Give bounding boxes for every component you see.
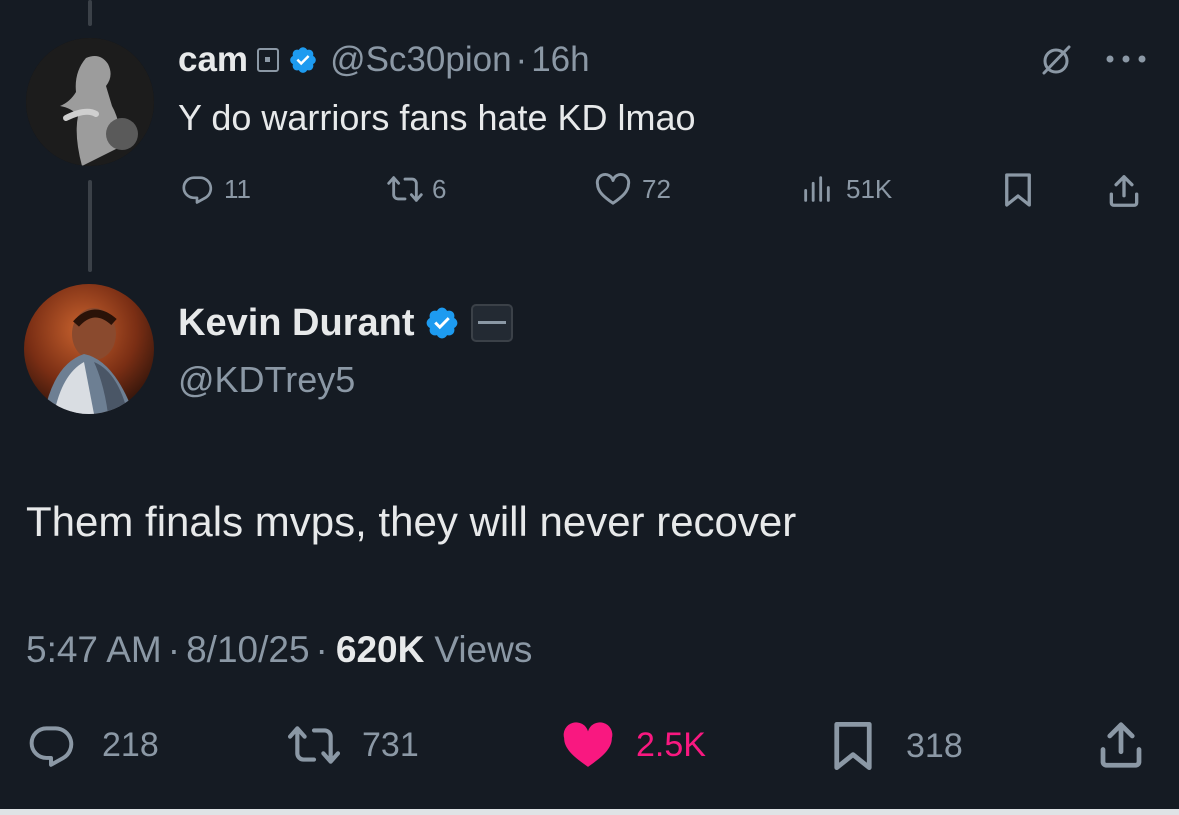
heart-icon bbox=[594, 172, 632, 206]
cam-reply-count: 11 bbox=[224, 173, 251, 204]
kevin-durant-avatar[interactable] bbox=[24, 284, 154, 414]
kd-reply-button[interactable]: 218 bbox=[26, 720, 159, 770]
kd-bookmark-button[interactable]: 318 bbox=[830, 720, 963, 772]
affiliation-badge-icon[interactable] bbox=[470, 303, 514, 343]
share-icon bbox=[1104, 172, 1144, 210]
cam-header: cam @Sc30pion · 16h bbox=[178, 38, 590, 82]
cam-dot-separator: · bbox=[515, 40, 528, 79]
verified-badge-icon bbox=[424, 305, 460, 341]
affiliate-badge-icon bbox=[256, 46, 280, 74]
kd-views-count[interactable]: 620K bbox=[336, 629, 424, 671]
thread-line-top bbox=[88, 0, 92, 26]
verified-badge-icon bbox=[288, 45, 318, 75]
bookmark-icon bbox=[830, 720, 876, 772]
kd-repost-button[interactable]: 731 bbox=[286, 720, 419, 770]
repost-icon bbox=[286, 720, 342, 770]
kd-share-button[interactable] bbox=[1094, 718, 1148, 772]
meta-separator: · bbox=[315, 629, 328, 670]
cam-avatar[interactable] bbox=[26, 38, 154, 166]
cam-time-ago[interactable]: 16h bbox=[531, 40, 589, 80]
kd-repost-count: 731 bbox=[362, 725, 419, 764]
cam-repost-button[interactable]: 6 bbox=[386, 172, 446, 206]
kd-like-button[interactable]: 2.5K bbox=[560, 720, 706, 770]
kd-tweet-body: Them finals mvps, they will never recove… bbox=[26, 498, 797, 545]
bookmark-icon bbox=[1002, 172, 1034, 208]
kd-like-count: 2.5K bbox=[636, 725, 706, 764]
kd-display-name[interactable]: Kevin Durant bbox=[178, 302, 414, 345]
cam-tweet-text: Y do warriors fans hate KD lmao bbox=[178, 96, 696, 140]
reply-icon bbox=[180, 172, 214, 206]
repost-icon bbox=[386, 172, 424, 206]
heart-filled-icon bbox=[560, 720, 616, 770]
kd-tweet-meta: 5:47 AM · 8/10/25 · 620K Views bbox=[26, 628, 532, 672]
kd-bookmark-count: 318 bbox=[906, 726, 963, 765]
share-icon bbox=[1094, 718, 1148, 772]
kd-tweet-date[interactable]: 8/10/25 bbox=[186, 629, 309, 671]
kd-tweet-time[interactable]: 5:47 AM bbox=[26, 629, 162, 671]
cam-tweet-body: Y do warriors fans hate KD lmao bbox=[178, 97, 696, 138]
cam-repost-count: 6 bbox=[432, 173, 447, 204]
cam-views-button[interactable]: 51K bbox=[800, 172, 892, 206]
cam-reply-button[interactable]: 11 bbox=[180, 172, 251, 206]
reply-icon bbox=[26, 720, 76, 770]
kd-name-row: Kevin Durant bbox=[178, 300, 514, 346]
kd-handle-row: @KDTrey5 bbox=[178, 358, 355, 402]
meta-separator: · bbox=[167, 629, 181, 670]
thread-line-connector bbox=[88, 180, 92, 272]
grok-button[interactable] bbox=[1038, 42, 1074, 78]
grok-icon bbox=[1038, 42, 1074, 78]
kd-handle[interactable]: @KDTrey5 bbox=[178, 359, 355, 401]
cam-share-button[interactable] bbox=[1104, 172, 1144, 210]
cam-like-count: 72 bbox=[642, 173, 671, 204]
cam-display-name[interactable]: cam bbox=[178, 40, 248, 80]
cam-like-button[interactable]: 72 bbox=[594, 172, 671, 206]
cam-handle[interactable]: @Sc30pion bbox=[330, 40, 511, 80]
kd-reply-count: 218 bbox=[102, 725, 159, 764]
views-icon bbox=[800, 172, 834, 206]
kd-views-label: Views bbox=[434, 629, 533, 670]
more-icon bbox=[1104, 52, 1148, 66]
kd-tweet-text: Them finals mvps, they will never recove… bbox=[26, 496, 796, 548]
screenshot-bottom-border bbox=[0, 809, 1179, 815]
more-options-button[interactable] bbox=[1104, 52, 1148, 66]
cam-views-count: 51K bbox=[846, 173, 893, 204]
cam-bookmark-button[interactable] bbox=[1002, 172, 1034, 208]
